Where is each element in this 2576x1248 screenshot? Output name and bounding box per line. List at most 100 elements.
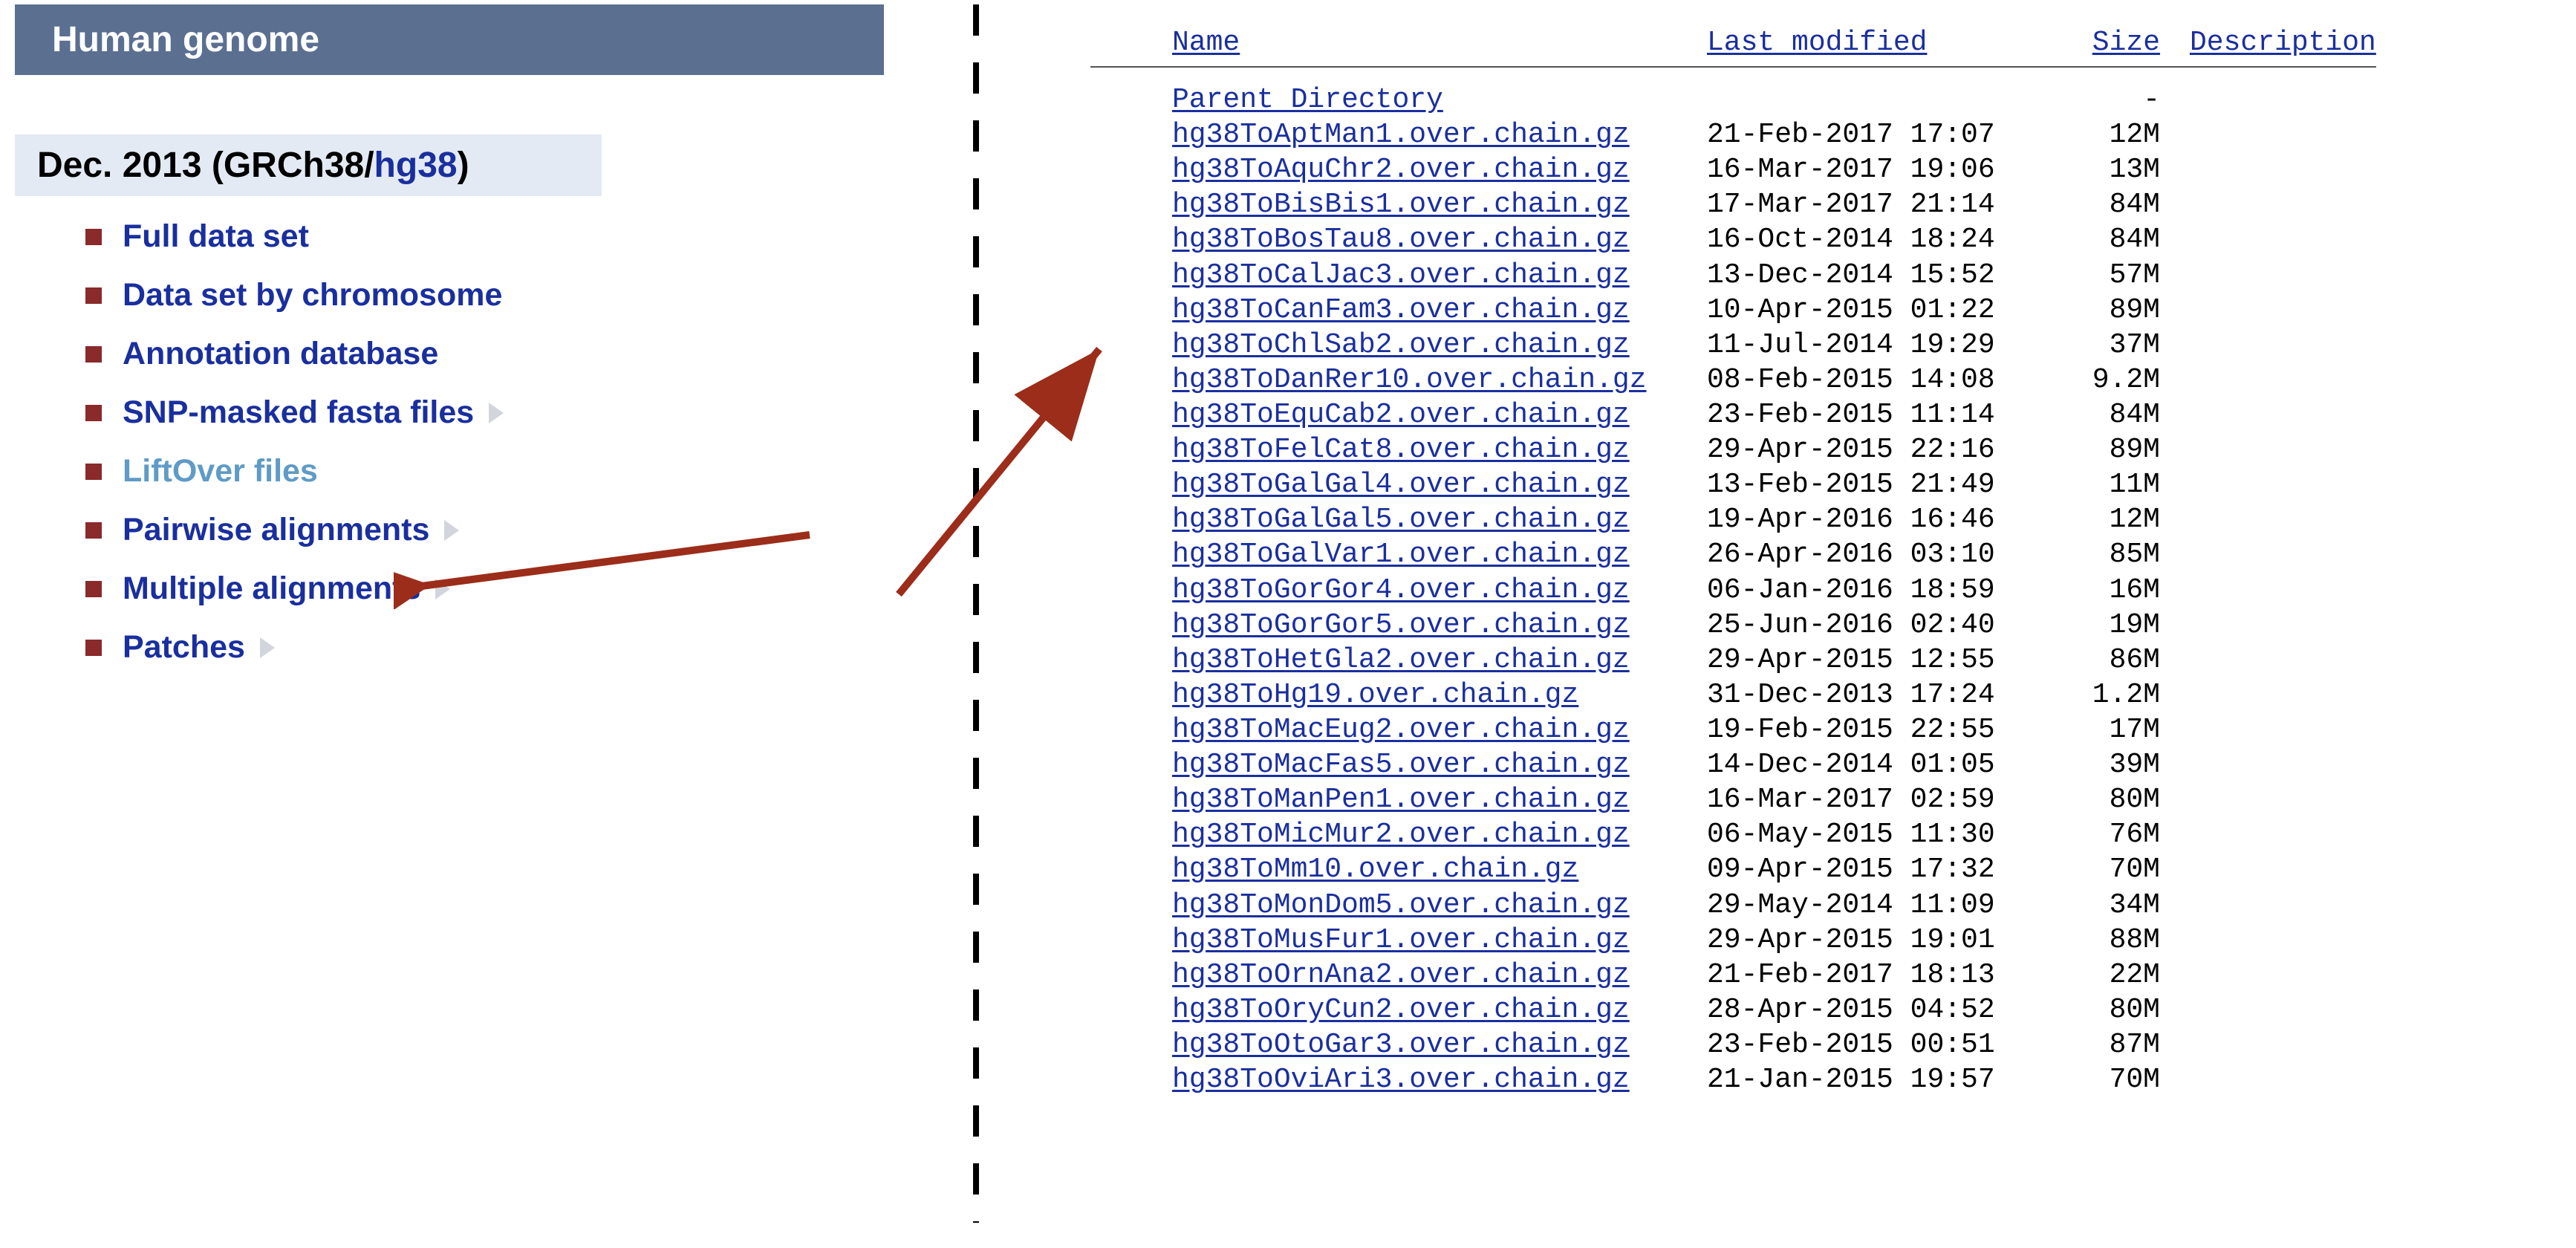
file-modified: 13-Dec-2014 15:52 bbox=[1707, 258, 2063, 293]
file-modified: 21-Feb-2017 17:07 bbox=[1707, 117, 2063, 152]
release-prefix: Dec. 2013 (GRCh38/ bbox=[37, 146, 374, 185]
file-row: hg38ToMacEug2.over.chain.gz 19-Feb-2015 2… bbox=[1090, 712, 2376, 747]
file-link[interactable]: hg38ToMm10.over.chain.gz bbox=[1172, 854, 1578, 885]
file-desc bbox=[2160, 222, 2190, 257]
file-modified: 19-Apr-2016 16:46 bbox=[1707, 502, 2063, 537]
file-link[interactable]: hg38ToManPen1.over.chain.gz bbox=[1172, 784, 1630, 816]
parent-size: - bbox=[2063, 82, 2160, 117]
nav-item-pairwise-alignments[interactable]: Pairwise alignments bbox=[85, 512, 928, 548]
file-link[interactable]: hg38ToCalJac3.over.chain.gz bbox=[1172, 259, 1630, 291]
sort-name-link[interactable]: Name bbox=[1172, 27, 1240, 59]
page-title: Human genome bbox=[15, 4, 884, 75]
file-size: 22M bbox=[2063, 958, 2160, 992]
file-icon bbox=[1090, 608, 1172, 643]
file-link[interactable]: hg38ToHg19.over.chain.gz bbox=[1172, 679, 1578, 711]
chevron-right-icon bbox=[489, 403, 504, 423]
file-icon bbox=[1090, 187, 1172, 222]
file-size: 84M bbox=[2063, 222, 2160, 257]
file-link[interactable]: hg38ToGorGor4.over.chain.gz bbox=[1172, 574, 1630, 606]
bullet-icon bbox=[85, 581, 102, 597]
file-link[interactable]: hg38ToMicMur2.over.chain.gz bbox=[1172, 819, 1630, 851]
file-modified: 21-Jan-2015 19:57 bbox=[1707, 1062, 2063, 1097]
sort-size-link[interactable]: Size bbox=[2092, 27, 2160, 59]
file-link[interactable]: hg38ToEquCab2.over.chain.gz bbox=[1172, 399, 1630, 431]
nav-item-label: Patches bbox=[123, 629, 245, 666]
file-row: hg38ToBosTau8.over.chain.gz 16-Oct-2014 1… bbox=[1090, 222, 2376, 257]
file-link[interactable]: hg38ToMacEug2.over.chain.gz bbox=[1172, 714, 1630, 746]
file-desc bbox=[2160, 152, 2190, 187]
file-size: 84M bbox=[2063, 397, 2160, 432]
file-row: hg38ToAquChr2.over.chain.gz16-Mar-2017 1… bbox=[1090, 152, 2376, 187]
file-icon bbox=[1090, 467, 1172, 502]
file-modified: 17-Mar-2017 21:14 bbox=[1707, 187, 2063, 222]
bullet-icon bbox=[85, 229, 102, 245]
file-modified: 09-Apr-2015 17:32 bbox=[1707, 852, 2063, 887]
file-icon bbox=[1090, 958, 1172, 992]
file-size: 37M bbox=[2063, 328, 2160, 363]
file-desc bbox=[2160, 467, 2190, 502]
file-size: 16M bbox=[2063, 573, 2160, 608]
nav-item-multiple-alignments[interactable]: Multiple alignments bbox=[85, 571, 928, 607]
nav-item-full-data-set[interactable]: Full data set bbox=[85, 218, 928, 255]
file-link[interactable]: hg38ToHetGla2.over.chain.gz bbox=[1172, 644, 1630, 676]
file-link[interactable]: hg38ToGalVar1.over.chain.gz bbox=[1172, 539, 1630, 571]
file-desc bbox=[2160, 363, 2190, 397]
file-icon bbox=[1090, 152, 1172, 187]
file-link[interactable]: hg38ToAquChr2.over.chain.gz bbox=[1172, 154, 1630, 186]
file-size: 19M bbox=[2063, 608, 2160, 643]
file-link[interactable]: hg38ToAptMan1.over.chain.gz bbox=[1172, 119, 1630, 151]
file-row: hg38ToEquCab2.over.chain.gz23-Feb-2015 1… bbox=[1090, 397, 2376, 432]
file-link[interactable]: hg38ToChlSab2.over.chain.gz bbox=[1172, 329, 1630, 361]
file-size: 12M bbox=[2063, 117, 2160, 152]
file-link[interactable]: hg38ToDanRer10.over.chain.gz bbox=[1172, 364, 1647, 396]
file-link[interactable]: hg38ToGalGal5.over.chain.gz bbox=[1172, 504, 1630, 536]
parent-modified bbox=[1707, 82, 2063, 117]
parent-directory-link[interactable]: Parent Directory bbox=[1172, 84, 1443, 116]
file-size: 9.2M bbox=[2063, 363, 2160, 397]
file-modified: 16-Oct-2014 18:24 bbox=[1707, 222, 2063, 257]
file-modified: 06-Jan-2016 18:59 bbox=[1707, 573, 2063, 608]
file-size: 17M bbox=[2063, 712, 2160, 747]
file-modified: 26-Apr-2016 03:10 bbox=[1707, 537, 2063, 572]
file-link[interactable]: hg38ToBosTau8.over.chain.gz bbox=[1172, 224, 1630, 256]
sort-modified-link[interactable]: Last modified bbox=[1707, 27, 1927, 59]
file-size: 39M bbox=[2063, 747, 2160, 782]
dir-header-row: Name Last modified Size Description bbox=[1090, 27, 2376, 68]
file-link[interactable]: hg38ToCanFam3.over.chain.gz bbox=[1172, 294, 1630, 326]
parent-directory-row: Parent Directory - bbox=[1090, 82, 2376, 117]
file-size: 88M bbox=[2063, 923, 2160, 958]
file-size: 70M bbox=[2063, 852, 2160, 887]
file-modified: 31-Dec-2013 17:24 bbox=[1707, 677, 2063, 712]
nav-item-annotation-database[interactable]: Annotation database bbox=[85, 336, 928, 372]
file-link[interactable]: hg38ToMacFas5.over.chain.gz bbox=[1172, 749, 1630, 781]
release-hg-link[interactable]: hg38 bbox=[374, 146, 458, 185]
bullet-icon bbox=[85, 346, 102, 363]
file-row: hg38ToDanRer10.over.chain.gz08-Feb-2015 … bbox=[1090, 363, 2376, 397]
file-link[interactable]: hg38ToOrnAna2.over.chain.gz bbox=[1172, 959, 1630, 991]
nav-item-snp-masked-fasta-files[interactable]: SNP-masked fasta files bbox=[85, 394, 928, 431]
release-label: Dec. 2013 (GRCh38/hg38) bbox=[15, 134, 602, 196]
file-link[interactable]: hg38ToMusFur1.over.chain.gz bbox=[1172, 924, 1630, 956]
file-desc bbox=[2160, 187, 2190, 222]
file-icon bbox=[1090, 992, 1172, 1027]
nav-item-liftover-files[interactable]: LiftOver files bbox=[85, 453, 928, 490]
file-link[interactable]: hg38ToBisBis1.over.chain.gz bbox=[1172, 189, 1630, 221]
file-desc bbox=[2160, 888, 2190, 923]
nav-item-patches[interactable]: Patches bbox=[85, 629, 928, 666]
file-link[interactable]: hg38ToMonDom5.over.chain.gz bbox=[1172, 889, 1630, 921]
file-row: hg38ToOtoGar3.over.chain.gz23-Feb-2015 0… bbox=[1090, 1027, 2376, 1062]
file-link[interactable]: hg38ToFelCat8.over.chain.gz bbox=[1172, 434, 1630, 466]
sort-desc-link[interactable]: Description bbox=[2190, 27, 2376, 59]
file-modified: 19-Feb-2015 22:55 bbox=[1707, 712, 2063, 747]
file-row: hg38ToGalVar1.over.chain.gz 26-Apr-2016 0… bbox=[1090, 537, 2376, 572]
file-link[interactable]: hg38ToGalGal4.over.chain.gz bbox=[1172, 469, 1630, 501]
file-link[interactable]: hg38ToOviAri3.over.chain.gz bbox=[1172, 1064, 1630, 1096]
file-desc bbox=[2160, 817, 2190, 852]
nav-item-data-set-by-chromosome[interactable]: Data set by chromosome bbox=[85, 277, 928, 313]
nav-item-label: Full data set bbox=[123, 218, 309, 255]
file-link[interactable]: hg38ToOtoGar3.over.chain.gz bbox=[1172, 1029, 1630, 1061]
file-size: 86M bbox=[2063, 643, 2160, 677]
file-icon bbox=[1090, 363, 1172, 397]
file-link[interactable]: hg38ToOryCun2.over.chain.gz bbox=[1172, 994, 1630, 1026]
file-link[interactable]: hg38ToGorGor5.over.chain.gz bbox=[1172, 609, 1630, 641]
